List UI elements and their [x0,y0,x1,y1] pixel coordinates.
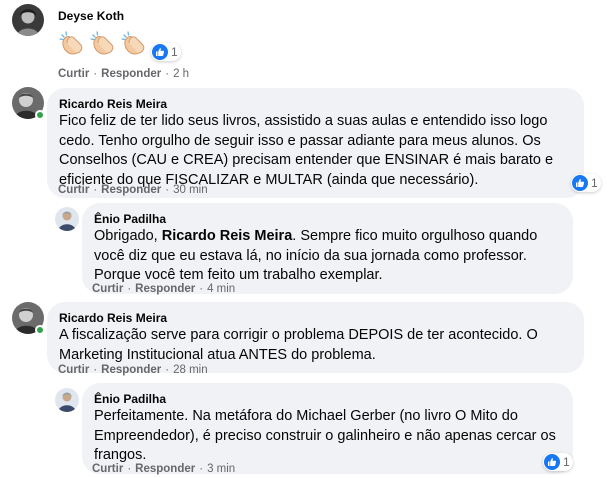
reaction-count: 1 [171,45,178,59]
comment-author[interactable]: Ricardo Reis Meira [59,310,572,326]
comment-actions: Curtir · Responder · 30 min [58,183,208,197]
reply-actions: Curtir · Responder · 4 min [92,282,235,296]
separator: · [199,463,204,475]
like-button[interactable]: Curtir [92,283,123,295]
reply-text: Obrigado, Ricardo Reis Meira. Sempre fic… [94,227,561,286]
reply-text: Perfeitamente. Na metáfora do Michael Ge… [94,408,556,463]
clapping-hands-emoji-icon [59,31,83,55]
timestamp[interactable]: 4 min [207,283,235,295]
avatar-enio-padilha[interactable] [55,207,79,231]
timestamp[interactable]: 3 min [207,463,235,475]
thumbs-up-icon [544,454,560,470]
comment-text: Fico feliz de ter lido seus livros, assi… [59,113,554,188]
mentioned-user-link[interactable]: Ricardo Reis Meira [162,228,293,244]
timestamp[interactable]: 30 min [173,184,208,196]
comment-actions: Curtir · Responder · 28 min [58,363,208,377]
like-button[interactable]: Curtir [92,463,123,475]
reply-author[interactable]: Ênio Padilha [94,391,561,407]
comment-actions: Curtir · Responder · 2 h [58,67,189,81]
separator: · [127,463,132,475]
reply-button[interactable]: Responder [101,364,161,376]
separator: · [93,68,98,80]
reply-button[interactable]: Responder [101,184,161,196]
avatar-deyse-koth[interactable] [12,4,44,36]
reply-bubble: Ênio Padilha Obrigado, Ricardo Reis Meir… [82,203,573,294]
reply-button[interactable]: Responder [101,68,161,80]
reaction-count-badge[interactable]: 1 [571,174,601,192]
clapping-hands-emoji-icon [90,31,114,55]
thumbs-up-icon [152,44,168,60]
comment-emoji-content [58,29,151,57]
reply-text-part: Obrigado, [94,228,162,244]
avatar-enio-padilha[interactable] [55,388,79,412]
reply-bubble: Ênio Padilha Perfeitamente. Na metáfora … [82,383,573,474]
clapping-hands-emoji-icon [121,31,145,55]
like-button[interactable]: Curtir [58,184,89,196]
reaction-count: 1 [591,176,598,190]
thumbs-up-icon [572,175,588,191]
separator: · [199,283,204,295]
reply-button[interactable]: Responder [135,463,195,475]
separator: · [127,283,132,295]
reply-button[interactable]: Responder [135,283,195,295]
like-button[interactable]: Curtir [58,68,89,80]
reaction-count: 1 [563,455,570,469]
online-status-dot [35,110,45,120]
timestamp[interactable]: 28 min [173,364,208,376]
online-status-dot [35,325,45,335]
comment-author[interactable]: Ricardo Reis Meira [59,96,572,112]
comment-bubble: Ricardo Reis Meira Fico feliz de ter lid… [47,88,584,198]
comment-text: A fiscalização serve para corrigir o pro… [59,327,538,363]
like-button[interactable]: Curtir [58,364,89,376]
separator: · [165,184,170,196]
separator: · [93,184,98,196]
separator: · [165,68,170,80]
comment-author[interactable]: Deyse Koth [58,9,124,23]
reply-actions: Curtir · Responder · 3 min [92,462,235,476]
reply-author[interactable]: Ênio Padilha [94,211,561,227]
separator: · [93,364,98,376]
reaction-count-badge[interactable]: 1 [151,43,181,61]
separator: · [165,364,170,376]
timestamp[interactable]: 2 h [173,68,189,80]
reaction-count-badge[interactable]: 1 [543,453,573,471]
